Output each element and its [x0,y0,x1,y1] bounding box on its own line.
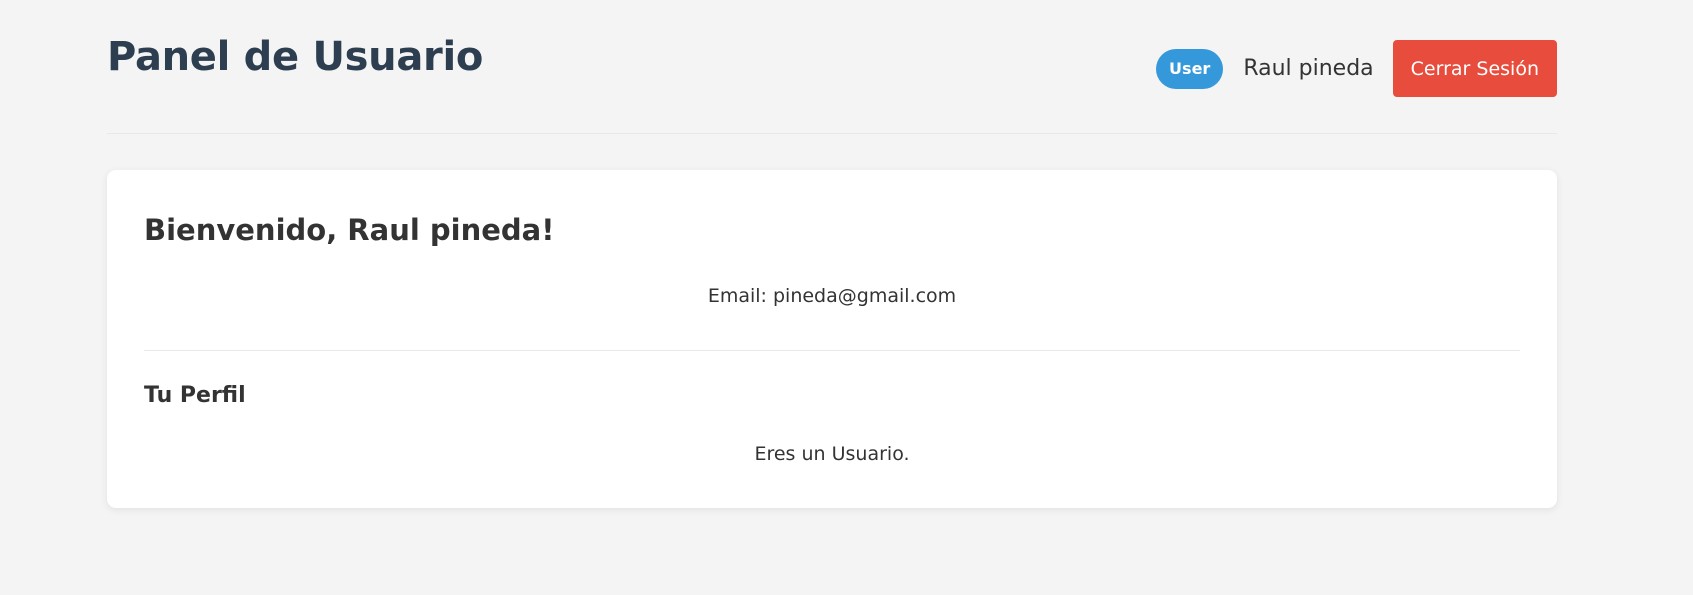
user-name: Raul pineda [1243,56,1374,81]
page-title: Panel de Usuario [107,34,484,80]
card-divider [144,350,1520,351]
profile-heading: Tu Perfil [144,383,246,408]
logout-button[interactable]: Cerrar Sesión [1392,40,1557,97]
user-email: Email: pineda@gmail.com [707,285,957,307]
role-description: Eres un Usuario. [754,443,910,465]
welcome-card: Bienvenido, Raul pineda! Email: pineda@g… [107,170,1557,508]
dashboard-container: Panel de Usuario User Raul pineda Cerrar… [107,0,1557,508]
page-header: Panel de Usuario User Raul pineda Cerrar… [107,0,1557,134]
welcome-heading: Bienvenido, Raul pineda! [144,213,555,247]
role-badge: User [1156,48,1224,89]
user-info: User Raul pineda Cerrar Sesión [1156,40,1557,97]
